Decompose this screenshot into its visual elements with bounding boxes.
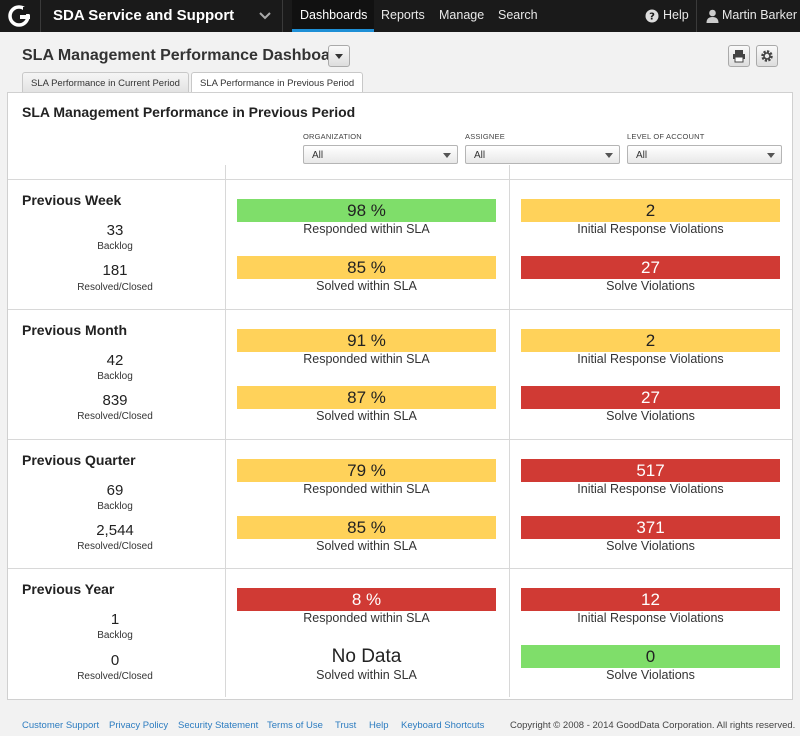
- footer-link-trust[interactable]: Trust: [335, 720, 356, 731]
- footer-link-security-statement[interactable]: Security Statement: [178, 720, 258, 731]
- nav-search[interactable]: Search: [498, 8, 538, 22]
- solve-violations-bar[interactable]: 27: [521, 386, 780, 409]
- dashboard-title: SLA Management Performance Dashboard: [22, 47, 346, 64]
- nav-manage[interactable]: Manage: [439, 8, 484, 22]
- responded-sla-bar[interactable]: 79 %: [237, 459, 496, 482]
- backlog-value: 1: [110, 611, 120, 628]
- initial-response-violations-label: Initial Response Violations: [577, 482, 724, 496]
- backlog-value: 33: [106, 222, 124, 239]
- backlog-label: Backlog: [97, 501, 133, 512]
- backlog-label: Backlog: [97, 371, 133, 382]
- topbar-divider: [40, 0, 41, 32]
- row-divider: [8, 309, 792, 310]
- column-divider: [509, 165, 510, 697]
- chevron-down-icon[interactable]: [258, 10, 272, 22]
- initial-response-violations-bar[interactable]: 12: [521, 588, 780, 611]
- resolved-label: Resolved/Closed: [77, 411, 153, 422]
- solved-sla-label: Solved within SLA: [316, 539, 417, 553]
- footer-link-keyboard-shortcuts[interactable]: Keyboard Shortcuts: [401, 720, 484, 731]
- printer-icon: [733, 50, 745, 63]
- gear-icon: [761, 50, 773, 62]
- gooddata-logo-icon[interactable]: [8, 5, 32, 27]
- period-title: Previous Year: [22, 581, 115, 597]
- filter-label-assignee: ASSIGNEE: [465, 132, 505, 141]
- filter-label-level-of-account: LEVEL OF ACCOUNT: [627, 132, 705, 141]
- responded-sla-label: Responded within SLA: [303, 222, 430, 236]
- responded-sla-label: Responded within SLA: [303, 482, 430, 496]
- solved-sla-label: Solved within SLA: [316, 409, 417, 423]
- solve-violations-bar[interactable]: 0: [521, 645, 780, 668]
- solved-sla-bar[interactable]: 87 %: [237, 386, 496, 409]
- tab-current-period[interactable]: SLA Performance in Current Period: [22, 72, 189, 93]
- initial-response-violations-bar[interactable]: 517: [521, 459, 780, 482]
- resolved-value: 839: [102, 392, 128, 409]
- topbar-divider: [696, 0, 697, 32]
- svg-text:?: ?: [649, 12, 655, 23]
- user-name[interactable]: Martin Barker: [722, 8, 797, 22]
- initial-response-violations-bar[interactable]: 2: [521, 199, 780, 222]
- footer-link-privacy-policy[interactable]: Privacy Policy: [109, 720, 168, 731]
- responded-sla-bar[interactable]: 91 %: [237, 329, 496, 352]
- initial-response-violations-label: Initial Response Violations: [577, 611, 724, 625]
- copyright-text: Copyright © 2008 - 2014 GoodData Corpora…: [510, 720, 796, 731]
- responded-sla-bar[interactable]: 98 %: [237, 199, 496, 222]
- solve-violations-label: Solve Violations: [606, 279, 695, 293]
- help-icon[interactable]: ?: [645, 9, 659, 23]
- resolved-label: Resolved/Closed: [77, 671, 153, 682]
- resolved-value: 0: [110, 652, 120, 669]
- section-title: SLA Management Performance in Previous P…: [22, 104, 356, 120]
- row-divider: [8, 439, 792, 440]
- solved-sla-label: Solved within SLA: [316, 279, 417, 293]
- initial-response-violations-bar[interactable]: 2: [521, 329, 780, 352]
- resolved-value: 2,544: [96, 522, 134, 539]
- solved-sla-bar[interactable]: 85 %: [237, 256, 496, 279]
- filter-label-organization: ORGANIZATION: [303, 132, 362, 141]
- help-link[interactable]: Help: [663, 8, 689, 22]
- print-button[interactable]: [728, 45, 750, 67]
- period-title: Previous Month: [22, 322, 128, 338]
- organization-filter-select[interactable]: All: [303, 145, 458, 164]
- backlog-value: 69: [106, 482, 124, 499]
- level-of-account-filter-select[interactable]: All: [627, 145, 782, 164]
- initial-response-violations-label: Initial Response Violations: [577, 352, 724, 366]
- column-divider: [225, 165, 226, 697]
- row-divider: [8, 179, 792, 180]
- app-title[interactable]: SDA Service and Support: [53, 7, 234, 24]
- footer-link-help[interactable]: Help: [369, 720, 389, 731]
- initial-response-violations-label: Initial Response Violations: [577, 222, 724, 236]
- resolved-value: 181: [102, 262, 128, 279]
- solve-violations-label: Solve Violations: [606, 539, 695, 553]
- period-title: Previous Week: [22, 192, 122, 208]
- resolved-label: Resolved/Closed: [77, 282, 153, 293]
- backlog-label: Backlog: [97, 241, 133, 252]
- solved-sla-bar[interactable]: 85 %: [237, 516, 496, 539]
- solve-violations-label: Solve Violations: [606, 668, 695, 682]
- responded-sla-label: Responded within SLA: [303, 352, 430, 366]
- solve-violations-bar[interactable]: 27: [521, 256, 780, 279]
- period-title: Previous Quarter: [22, 452, 136, 468]
- solve-violations-bar[interactable]: 371: [521, 516, 780, 539]
- resolved-label: Resolved/Closed: [77, 541, 153, 552]
- footer-link-terms-of-use[interactable]: Terms of Use: [267, 720, 323, 731]
- assignee-filter-select[interactable]: All: [465, 145, 620, 164]
- solve-violations-label: Solve Violations: [606, 409, 695, 423]
- solved-sla-label: Solved within SLA: [316, 668, 417, 682]
- dashboard-menu-button[interactable]: [328, 45, 350, 67]
- nav-dashboards[interactable]: Dashboards: [300, 8, 367, 22]
- tab-previous-period[interactable]: SLA Performance in Previous Period: [191, 72, 364, 94]
- responded-sla-label: Responded within SLA: [303, 611, 430, 625]
- row-divider: [8, 568, 792, 569]
- user-icon[interactable]: [706, 9, 719, 23]
- footer-link-customer-support[interactable]: Customer Support: [22, 720, 99, 731]
- topbar-divider: [282, 0, 283, 32]
- responded-sla-bar[interactable]: 8 %: [237, 588, 496, 611]
- solved-sla-no-data: No Data: [331, 646, 402, 667]
- nav-reports[interactable]: Reports: [381, 8, 425, 22]
- backlog-label: Backlog: [97, 630, 133, 641]
- settings-button[interactable]: [756, 45, 778, 67]
- backlog-value: 42: [106, 352, 124, 369]
- top-navigation-bar: SDA Service and Support Dashboards Repor…: [0, 0, 800, 32]
